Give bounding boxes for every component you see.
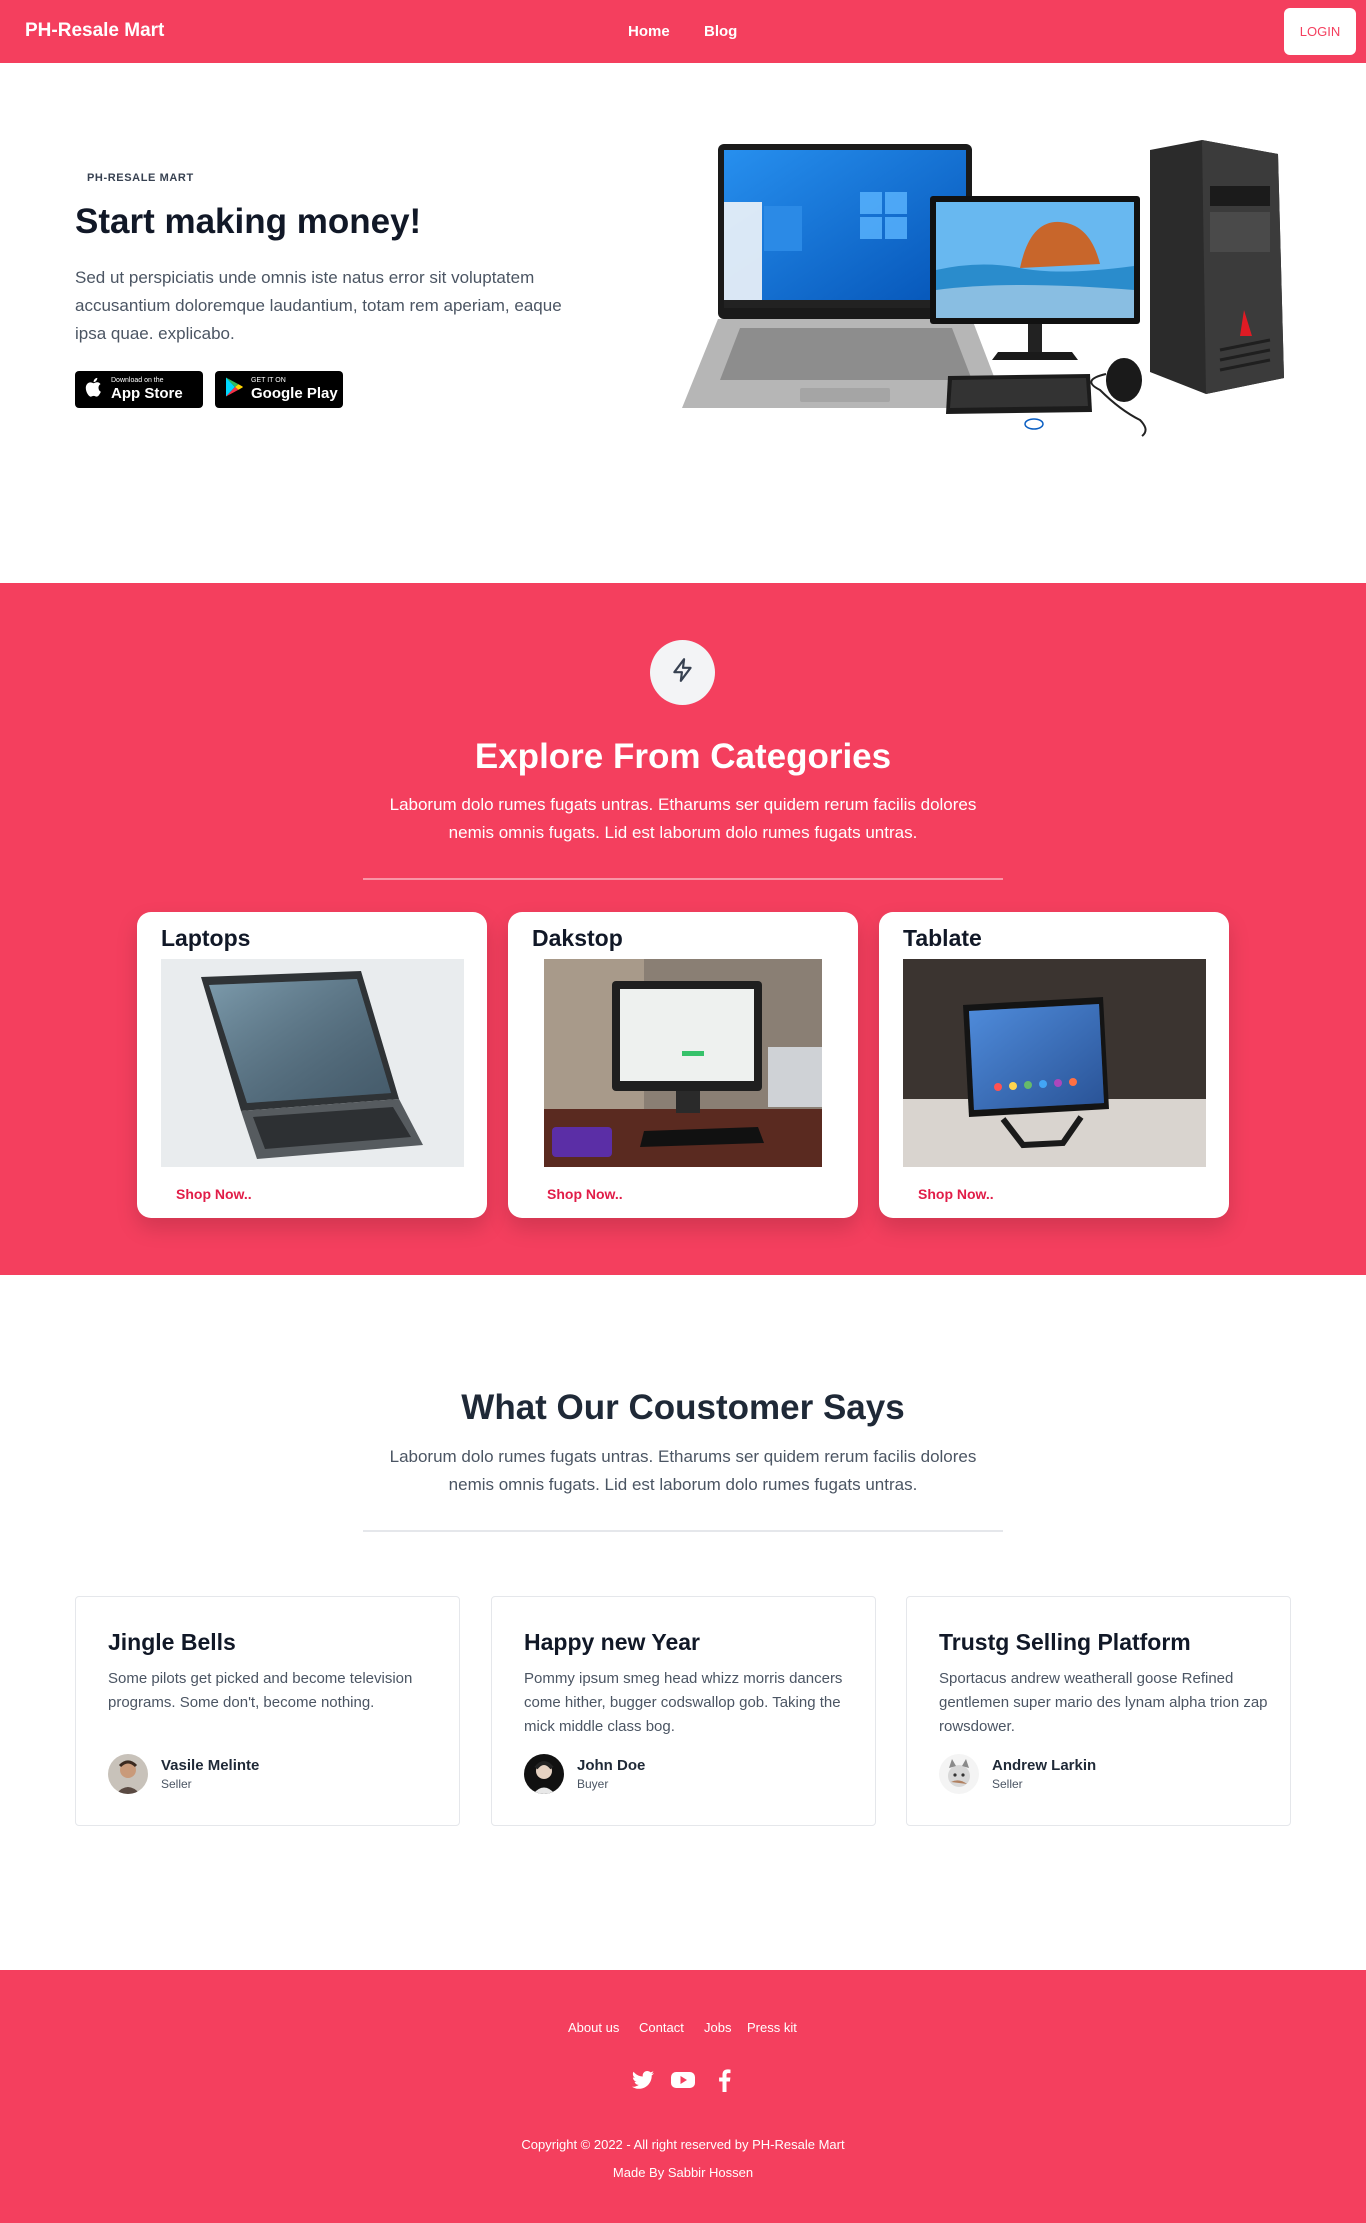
testimonial-title: Happy new Year [524,1629,700,1655]
testimonial-author-name: Andrew Larkin [992,1757,1097,1774]
lightning-bolt-icon [670,657,696,688]
nav-link-blog[interactable]: Blog [704,23,737,40]
app-store-small-text: Download on the [111,377,164,384]
testimonial-title: Trustg Selling Platform [939,1629,1191,1655]
hero-title: Start making money! [75,202,422,241]
bolt-badge [650,640,715,705]
footer-link-press-kit[interactable]: Press kit [747,2020,797,2035]
testimonial-body: Pommy ipsum smeg head whizz morris dance… [524,1670,843,1735]
google-play-big-text: Google Play [251,385,338,402]
testimonial-author-name: Vasile Melinte [161,1757,260,1774]
avatar [939,1754,979,1794]
footer: About us Contact Jobs Press kit Copyrigh… [0,1970,1366,2223]
app-store-button[interactable]: Download on the App Store [75,371,203,408]
testimonials-title: What Our Coustomer Says [461,1388,905,1427]
login-button[interactable]: LOGIN [1284,8,1356,55]
page: PH-Resale Mart Home Blog LOGIN PH-RESALE… [0,0,1366,2223]
testimonials-divider [363,1530,1003,1532]
avatar [524,1754,564,1794]
testimonial-author-name: John Doe [577,1757,646,1774]
categories-title: Explore From Categories [474,737,892,776]
tablet-image [903,959,1206,1167]
hero-description: Sed ut perspiciatis unde omnis iste natu… [75,268,562,343]
footer-link-jobs[interactable]: Jobs [704,2020,731,2035]
google-play-button[interactable]: GET IT ON Google Play [215,371,343,408]
google-play-icon [224,376,244,403]
testimonial-body: Some pilots get picked and become televi… [108,1670,413,1711]
hero-eyebrow: PH-RESALE MART [87,172,194,184]
testimonial-author-role: Buyer [577,1777,609,1791]
facebook-icon[interactable] [710,2066,738,2094]
google-play-small-text: GET IT ON [251,377,286,384]
testimonial-card: Happy new Year Pommy ipsum smeg head whi… [491,1596,876,1826]
avatar [108,1754,148,1794]
testimonial-author-role: Seller [161,1777,192,1791]
shop-now-link[interactable]: Shop Now.. [547,1186,623,1202]
testimonials-description: Laborum dolo rumes fugats untras. Etharu… [389,1447,977,1494]
hero-computers-image [680,140,1286,440]
testimonial-card: Jingle Bells Some pilots get picked and … [75,1596,460,1826]
testimonial-author-role: Seller [992,1777,1023,1791]
category-card-desktop[interactable]: Dakstop Shop Now.. [508,912,858,1218]
shop-now-link[interactable]: Shop Now.. [176,1186,252,1202]
footer-link-about[interactable]: About us [568,2020,619,2035]
twitter-icon[interactable] [629,2066,657,2094]
desktop-image [544,959,822,1167]
category-title: Laptops [161,925,251,951]
made-by-text: Made By Sabbir Hossen [612,2165,754,2180]
brand-logo[interactable]: PH-Resale Mart [25,20,164,42]
category-title: Dakstop [532,925,623,951]
nav-link-home[interactable]: Home [628,23,670,40]
testimonial-title: Jingle Bells [108,1629,236,1655]
laptop-image [161,959,464,1167]
app-store-big-text: App Store [111,385,183,402]
navbar: PH-Resale Mart Home Blog LOGIN [0,0,1366,63]
shop-now-link[interactable]: Shop Now.. [918,1186,994,1202]
testimonial-card: Trustg Selling Platform Sportacus andrew… [906,1596,1291,1826]
youtube-icon[interactable] [669,2066,697,2094]
testimonial-body: Sportacus andrew weatherall goose Refine… [939,1670,1268,1735]
categories-divider [363,878,1003,880]
copyright-text: Copyright © 2022 - All right reserved by… [521,2137,845,2152]
footer-link-contact[interactable]: Contact [639,2020,684,2035]
category-card-tablet[interactable]: Tablate Shop Now.. [879,912,1229,1218]
categories-description: Laborum dolo rumes fugats untras. Etharu… [389,795,977,842]
category-title: Tablate [903,925,982,951]
category-card-laptops[interactable]: Laptops Shop Now.. [137,912,487,1218]
apple-icon [84,376,104,403]
